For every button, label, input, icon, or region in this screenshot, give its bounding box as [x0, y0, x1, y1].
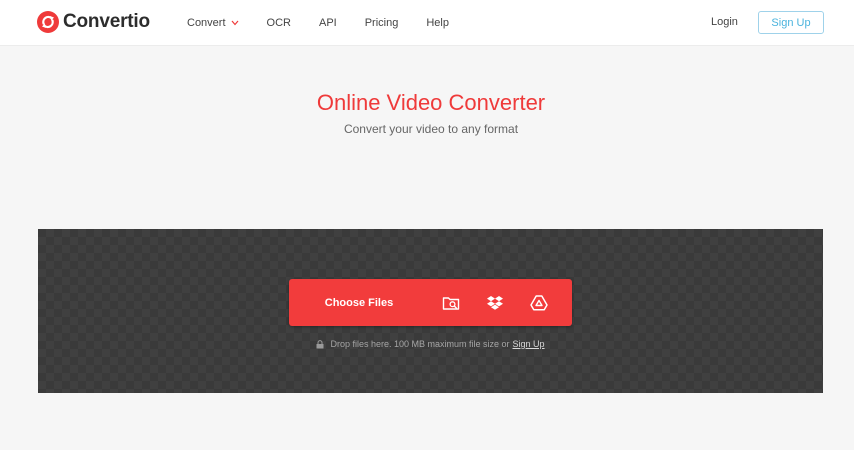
nav-item-help[interactable]: Help	[426, 17, 449, 29]
drop-hint: Drop files here. 100 MB maximum file siz…	[38, 339, 823, 349]
brand-name: Convertio	[63, 11, 150, 32]
top-header: Convertio Convert OCR API Pricing Help L…	[0, 0, 854, 46]
google-drive-icon	[530, 294, 548, 311]
nav-item-label: Convert	[187, 17, 226, 29]
convertio-logo-icon	[37, 11, 59, 33]
dropbox-icon	[487, 295, 503, 310]
drop-hint-sign-up-link[interactable]: Sign Up	[513, 339, 545, 349]
lock-icon	[316, 339, 324, 348]
main-nav: Convert OCR API Pricing Help	[187, 0, 477, 46]
login-link[interactable]: Login	[711, 16, 738, 28]
page-subtitle: Convert your video to any format	[343, 122, 519, 136]
file-drop-zone[interactable]: Choose Files Drop files here. 100 MB max…	[38, 229, 823, 393]
nav-item-api[interactable]: API	[319, 17, 337, 29]
nav-item-label: API	[318, 17, 337, 29]
nav-item-ocr[interactable]: OCR	[267, 17, 291, 29]
page-title: Online Video Converter	[316, 90, 546, 115]
nav-item-label: OCR	[266, 17, 291, 29]
from-computer-button[interactable]	[429, 279, 473, 326]
from-google-drive-button[interactable]	[517, 279, 561, 326]
drop-hint-text: Drop files here. 100 MB maximum file siz…	[330, 339, 510, 349]
choose-files-button[interactable]: Choose Files	[289, 279, 429, 326]
chevron-down-icon	[231, 20, 238, 26]
upload-bar: Choose Files	[289, 279, 572, 326]
logo[interactable]: Convertio	[37, 11, 150, 33]
nav-item-pricing[interactable]: Pricing	[365, 17, 399, 29]
folder-search-icon	[442, 296, 460, 310]
nav-item-label: Help	[426, 17, 449, 29]
nav-item-label: Pricing	[364, 17, 399, 29]
nav-item-convert[interactable]: Convert	[187, 17, 239, 29]
sign-up-button[interactable]: Sign Up	[758, 11, 824, 34]
from-dropbox-button[interactable]	[473, 279, 517, 326]
